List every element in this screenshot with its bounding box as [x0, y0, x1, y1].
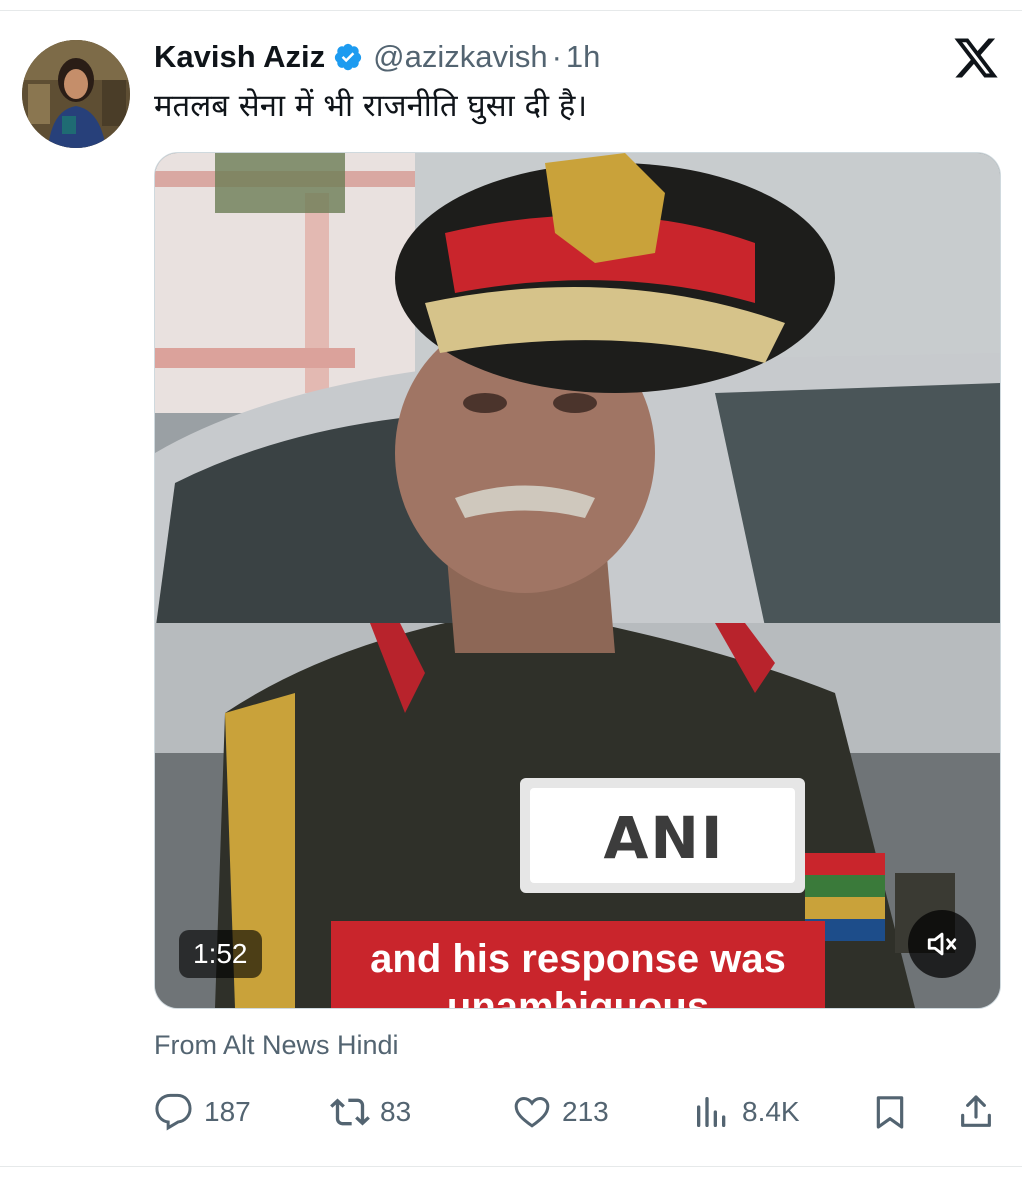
- tweet-text: मतलब सेना में भी राजनीति घुसा दी है।: [154, 88, 588, 124]
- tweet-divider: [0, 1166, 1022, 1167]
- tweet-timestamp[interactable]: 1h: [566, 39, 600, 75]
- repost-button[interactable]: 83: [330, 1082, 411, 1142]
- reply-button[interactable]: 187: [154, 1082, 251, 1142]
- tweet-action-bar: 187 83 213 8.4K: [154, 1082, 1000, 1142]
- video-player[interactable]: ANI and his response was unambiguous 1:5…: [154, 152, 1001, 1009]
- tweet-header: Kavish Aziz @azizkavish · 1h: [154, 34, 600, 80]
- bookmark-icon: [876, 1096, 904, 1129]
- caption-line-1: and his response was: [370, 937, 786, 981]
- share-upload-icon: [961, 1095, 991, 1127]
- repost-arrows-icon: [330, 1098, 370, 1126]
- mute-button[interactable]: [908, 910, 976, 978]
- like-button[interactable]: 213: [512, 1082, 609, 1142]
- video-caption: and his response was unambiguous: [331, 921, 825, 1009]
- x-logo-icon[interactable]: [952, 34, 1000, 82]
- author-avatar[interactable]: [22, 40, 130, 148]
- meta-separator: ·: [551, 39, 562, 74]
- video-duration: 1:52: [179, 930, 262, 978]
- caption-line-2: unambiguous: [446, 985, 710, 1009]
- avatar-image: [22, 40, 130, 148]
- reply-count: 187: [204, 1096, 251, 1127]
- next-tweet-peek: [0, 1168, 1022, 1200]
- like-count: 213: [562, 1096, 609, 1127]
- previous-tweet-divider: [0, 0, 1022, 11]
- bookmark-button[interactable]: [870, 1082, 920, 1142]
- views-button[interactable]: 8.4K: [692, 1082, 800, 1142]
- author-handle[interactable]: @azizkavish: [373, 39, 547, 75]
- reply-bubble-icon: [155, 1093, 192, 1131]
- ani-mic-logo: ANI: [603, 804, 725, 872]
- repost-count: 83: [380, 1096, 412, 1127]
- bar-chart-icon: [697, 1097, 726, 1127]
- author-name[interactable]: Kavish Aziz: [154, 39, 325, 75]
- view-count: 8.4K: [742, 1096, 800, 1127]
- heart-icon: [514, 1096, 550, 1128]
- video-frame: [155, 153, 1000, 1008]
- speaker-muted-icon: [927, 932, 957, 956]
- share-button[interactable]: [956, 1082, 1006, 1142]
- media-source-label[interactable]: From Alt News Hindi: [154, 1030, 399, 1061]
- verified-badge-icon[interactable]: [333, 42, 363, 72]
